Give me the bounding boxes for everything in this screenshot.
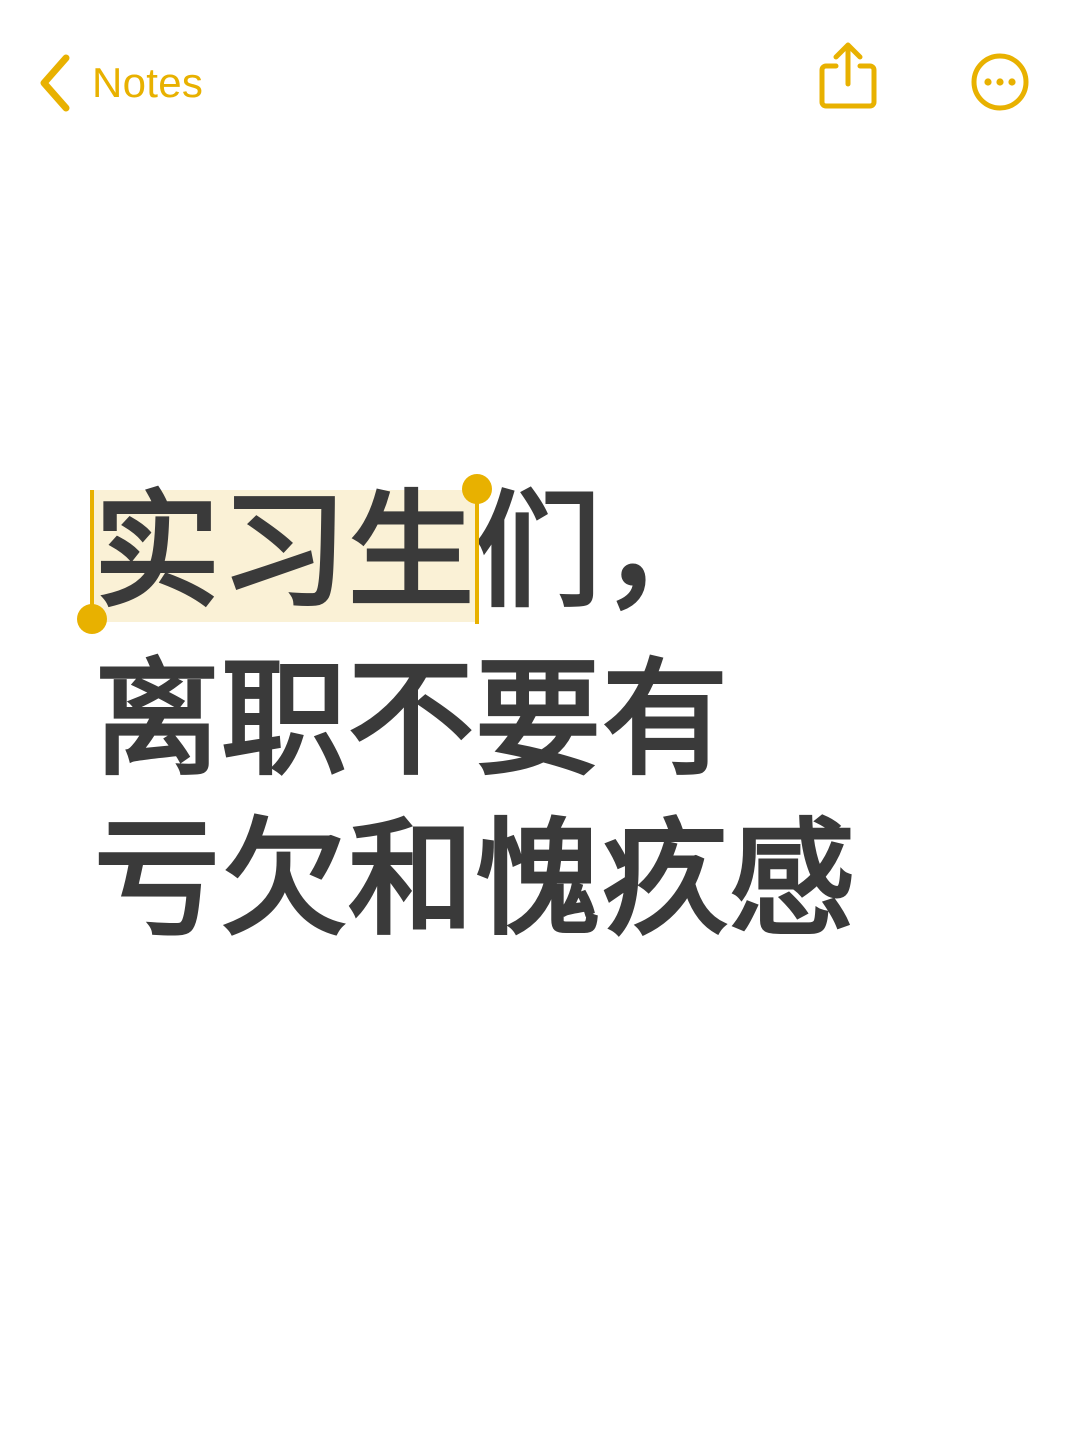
more-button[interactable] bbox=[970, 52, 1030, 112]
navigation-bar: Notes bbox=[0, 0, 1080, 170]
share-button[interactable] bbox=[816, 40, 880, 112]
back-button-label: Notes bbox=[92, 59, 204, 106]
text-selection[interactable]: 实习生 bbox=[77, 474, 492, 634]
note-line-2: 离职不要有 bbox=[94, 646, 729, 793]
share-icon bbox=[819, 42, 877, 109]
note-line-3: 亏欠和愧疚感 bbox=[94, 806, 856, 953]
note-line-1-rest: 们， bbox=[475, 478, 729, 625]
note-line-1: 实习生们， bbox=[77, 474, 1034, 640]
selection-start-caret bbox=[90, 490, 94, 622]
selection-end-caret bbox=[475, 492, 479, 624]
back-button[interactable]: Notes bbox=[36, 50, 203, 116]
selection-start-handle[interactable] bbox=[77, 604, 107, 634]
ellipsis-circle-icon bbox=[971, 53, 1029, 111]
selected-text: 实习生 bbox=[94, 478, 475, 625]
chevron-left-icon bbox=[40, 54, 70, 112]
selection-end-handle[interactable] bbox=[462, 474, 492, 504]
note-body[interactable]: 实习生们， 离职不要有 亏欠和愧疚感 bbox=[77, 474, 1034, 960]
